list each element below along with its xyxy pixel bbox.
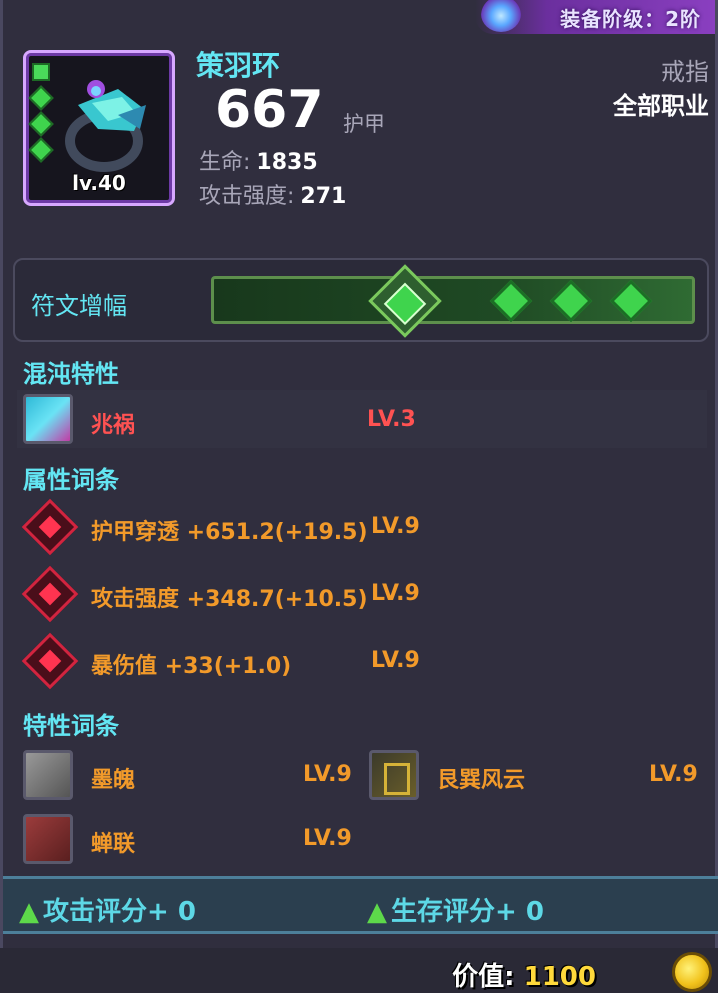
item-level: lv.40 [72, 171, 126, 195]
trait-affix-name: 艮巽风云 [437, 768, 526, 793]
armor-pen-icon [21, 498, 79, 556]
affix-level: LV.9 [371, 581, 420, 606]
crit-damage-icon [21, 632, 79, 690]
attribute-affixes-title: 属性词条 [23, 466, 119, 494]
trait-affix-name: 蝉联 [91, 832, 136, 857]
trait-affix-level: LV.9 [649, 762, 698, 787]
stat-row-hp: 生命: 1835 [199, 144, 318, 176]
up-arrow-icon: ▲ [19, 897, 39, 927]
affix-level: LV.9 [371, 514, 420, 539]
attack-score: ▲ 攻击评分+ 0 [19, 891, 196, 928]
affix-text: 护甲穿透 +651.2(+19.5) [91, 520, 368, 545]
rune-amplify-label: 符文增幅 [31, 292, 127, 320]
trait-affix-name: 墨魄 [91, 768, 136, 793]
ring-icon [65, 80, 146, 172]
class-requirement: 全部职业 [613, 92, 709, 120]
survival-score: ▲ 生存评分+ 0 [367, 891, 544, 928]
trait-affix-icon[interactable] [23, 750, 73, 800]
socket-gem-column [28, 63, 54, 167]
trait-affix-icon[interactable] [369, 750, 419, 800]
rune-amplify-bar[interactable]: 符文增幅 [13, 258, 709, 342]
item-value: 价值: 1100 [452, 956, 596, 993]
chaos-trait-name: 兆祸 [91, 413, 136, 438]
affix-text: 暴伤值 +33(+1.0) [91, 654, 292, 679]
armor-label: 护甲 [343, 112, 385, 136]
attack-score-text: 攻击评分+ 0 [43, 897, 196, 927]
socket-gem-icon [28, 85, 54, 111]
gold-coin-icon [672, 952, 712, 992]
up-arrow-icon: ▲ [367, 897, 387, 927]
socket-gem-icon [32, 63, 50, 81]
armor-value: 667 [215, 80, 324, 140]
item-name: 策羽环 [196, 49, 281, 82]
slot-type: 戒指 [661, 58, 709, 86]
stat-value: 1835 [256, 150, 318, 175]
stat-label: 生命: [199, 150, 251, 175]
affix-level: LV.9 [371, 648, 420, 673]
grade-badge-label: 装备阶级：2阶 [560, 6, 701, 31]
trait-affixes-title: 特性词条 [23, 712, 119, 740]
stat-label: 攻击强度: [199, 184, 295, 209]
rune-track[interactable] [211, 264, 695, 338]
score-bar: ▲ 攻击评分+ 0 ▲ 生存评分+ 0 [3, 876, 718, 934]
socket-gem-icon [28, 111, 54, 137]
rune-gem-icon[interactable] [609, 279, 653, 323]
grade-orb-icon [481, 0, 521, 32]
rune-gem-icon[interactable] [489, 279, 533, 323]
trait-affix-level: LV.9 [303, 826, 352, 851]
rune-main-gem-icon[interactable] [368, 264, 442, 338]
rune-gem-icon[interactable] [549, 279, 593, 323]
item-icon-frame[interactable]: lv.40 [23, 50, 175, 206]
socket-gem-icon [28, 137, 54, 163]
chaos-trait-level: LV.3 [367, 407, 416, 432]
trait-affix-level: LV.9 [303, 762, 352, 787]
chaos-trait-icon[interactable] [23, 394, 73, 444]
survival-score-text: 生存评分+ 0 [391, 897, 544, 927]
chaos-traits-title: 混沌特性 [23, 360, 119, 388]
affix-text: 攻击强度 +348.7(+10.5) [91, 587, 368, 612]
stat-row-attack: 攻击强度: 271 [199, 178, 346, 210]
stat-value: 271 [300, 184, 347, 209]
item-detail-panel: 装备阶级：2阶 lv.40 策羽环 667 护甲 生命: 1835 攻击强度: 27… [0, 0, 718, 948]
trait-affix-icon[interactable] [23, 814, 73, 864]
attack-power-icon [21, 565, 79, 623]
equipment-grade-badge: 装备阶级：2阶 [475, 0, 715, 34]
